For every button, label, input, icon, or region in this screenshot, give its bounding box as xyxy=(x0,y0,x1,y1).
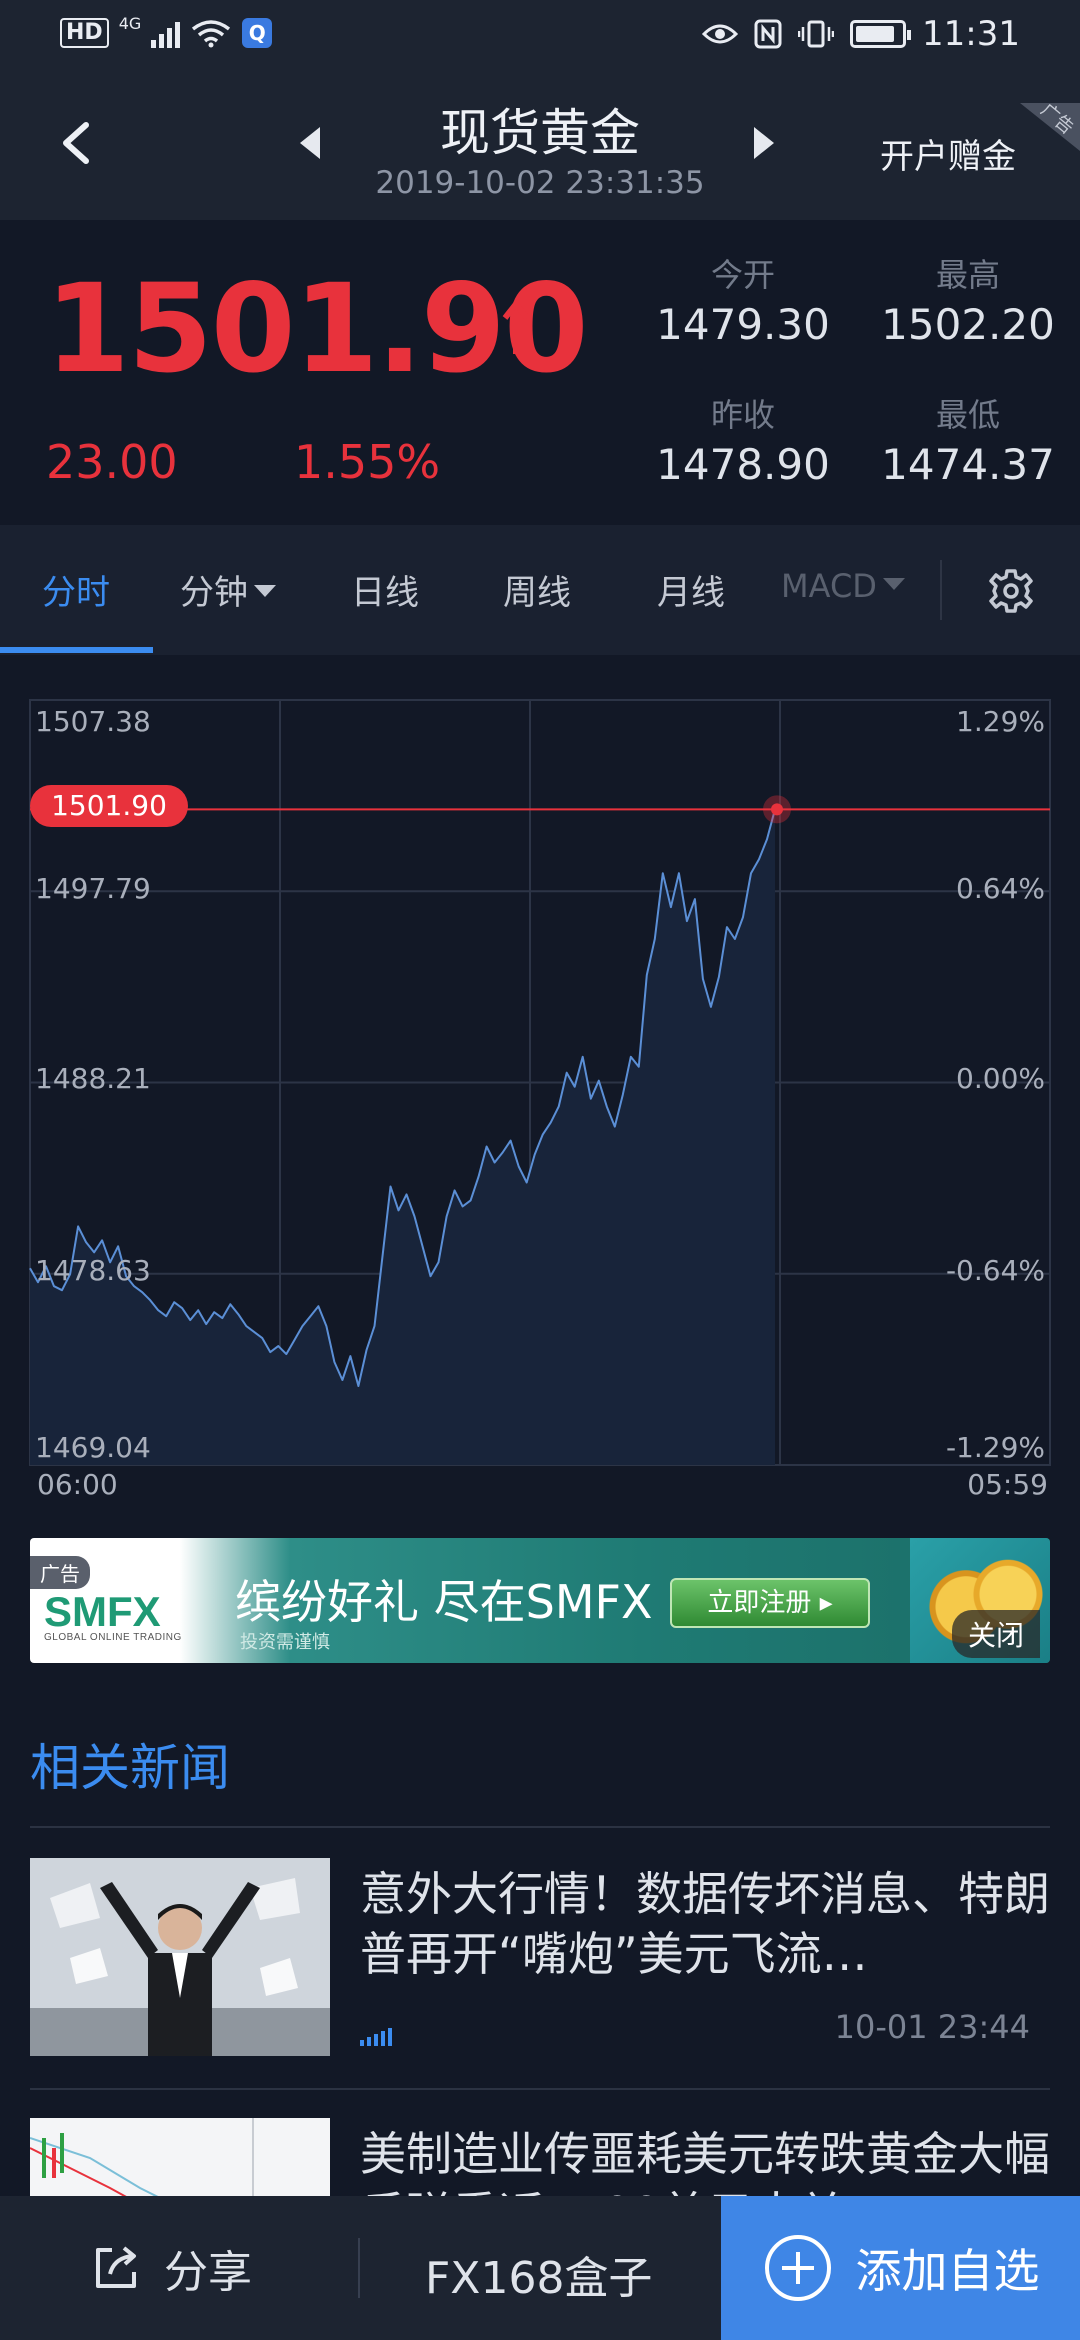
ad-register-button[interactable]: 立即注册 ▸ xyxy=(670,1578,870,1628)
caret-down-icon xyxy=(882,578,905,590)
news-headline: 美制造业传噩耗美元转跌黄金大幅反弹重返1500美元大关 xyxy=(360,2127,1050,2196)
tab-divider xyxy=(940,560,942,620)
active-tab-indicator xyxy=(0,647,153,653)
up-arrow-icon xyxy=(502,300,530,354)
tab-macd[interactable]: MACD xyxy=(781,567,905,605)
caret-down-icon xyxy=(254,584,276,597)
news-item[interactable]: 意外大行情！数据传坏消息、特朗普再开“嘴炮”美元飞流… 10-01 23:44 xyxy=(30,1858,1050,2058)
tab-label: 分时 xyxy=(42,573,110,613)
bottom-divider xyxy=(358,2238,360,2298)
tab-timeshare[interactable]: 分时 xyxy=(42,565,110,614)
y-tick-right: -0.64% xyxy=(945,1254,1045,1287)
ad-headline: 缤纷好礼 尽在SMFX xyxy=(235,1575,653,1629)
y-tick-left: 1488.21 xyxy=(35,1062,151,1095)
share-icon xyxy=(96,2246,136,2288)
network-type-label: 4G xyxy=(118,13,142,33)
signal-icon xyxy=(151,18,181,48)
ad-corner-label: 广告 xyxy=(1036,103,1078,139)
tab-label: 分钟 xyxy=(180,573,248,613)
wifi-icon xyxy=(192,20,231,48)
news-thumbnail xyxy=(30,1858,330,2056)
screen: { "status_bar": { "hd": "HD", "network":… xyxy=(0,0,1080,2340)
divider xyxy=(30,1826,1050,1828)
tab-label: MACD xyxy=(781,567,877,605)
share-button[interactable]: 分享 xyxy=(90,2236,252,2300)
news-item[interactable]: 美制造业传噩耗美元转跌黄金大幅反弹重返1500美元大关 xyxy=(30,2118,1050,2196)
news-thumbnail xyxy=(30,2118,330,2196)
tab-daily[interactable]: 日线 xyxy=(351,565,419,614)
y-tick-right: -1.29% xyxy=(945,1431,1045,1464)
settings-gear-icon[interactable] xyxy=(985,565,1037,617)
next-instrument-icon[interactable] xyxy=(754,127,774,159)
ad-logo-text: SMFX xyxy=(44,1588,161,1635)
tab-label: 月线 xyxy=(657,573,725,613)
ad-tag: 广告 xyxy=(30,1556,90,1589)
ad-close-button[interactable]: 关闭 xyxy=(951,1610,1040,1658)
open-label: 今开 xyxy=(710,256,775,294)
battery-icon xyxy=(850,20,912,48)
eye-icon xyxy=(702,24,739,44)
y-tick-right: 1.29% xyxy=(956,705,1045,738)
tab-label: 日线 xyxy=(351,573,419,613)
x-tick-end: 05:59 xyxy=(967,1468,1048,1501)
page-title: 现货黄金 xyxy=(440,104,640,162)
back-icon[interactable] xyxy=(50,113,110,173)
current-price-dot xyxy=(771,803,783,816)
ad-logo-subtitle: GLOBAL ONLINE TRADING xyxy=(44,1632,182,1643)
price-change-percent: 1.55% xyxy=(294,435,441,489)
x-tick-start: 06:00 xyxy=(37,1468,118,1501)
ad-banner[interactable]: SMFX GLOBAL ONLINE TRADING 广告 缤纷好礼 尽在SMFX… xyxy=(30,1538,1050,1663)
share-label: 分享 xyxy=(164,2247,252,2298)
add-watchlist-label: 添加自选 xyxy=(855,2244,1040,2298)
tab-label: 周线 xyxy=(503,573,571,613)
plus-circle-icon xyxy=(764,2235,831,2301)
tab-weekly[interactable]: 周线 xyxy=(503,565,571,614)
tab-monthly[interactable]: 月线 xyxy=(657,565,725,614)
chart-period-tabs: 分时 分钟 日线 周线 月线 MACD xyxy=(0,525,1080,655)
nav-header: 现货黄金 2019-10-02 23:31:35 开户赠金 广告 xyxy=(0,75,1080,220)
clock: 11:31 xyxy=(922,14,1020,54)
price-change: 23.00 xyxy=(46,435,178,489)
ad-disclaimer: 投资需谨慎 xyxy=(240,1632,330,1653)
y-tick-right: 0.00% xyxy=(956,1062,1045,1095)
high-value: 1502.20 xyxy=(881,300,1055,349)
related-news-heading: 相关新闻 xyxy=(30,1739,230,1797)
hd-icon: HD xyxy=(60,18,109,48)
low-value: 1474.37 xyxy=(881,440,1055,489)
prev-close-label: 昨收 xyxy=(710,396,775,434)
tab-minute[interactable]: 分钟 xyxy=(180,565,276,614)
news-hot-signal-icon xyxy=(360,2026,392,2046)
open-value: 1479.30 xyxy=(656,300,830,349)
news-headline: 意外大行情！数据传坏消息、特朗普再开“嘴炮”美元飞流… xyxy=(360,1867,1050,1981)
news-time: 10-01 23:44 xyxy=(834,2008,1030,2046)
vibrate-icon xyxy=(798,20,835,48)
y-tick-left: 1478.63 xyxy=(35,1254,151,1287)
add-watchlist-button[interactable]: 添加自选 xyxy=(721,2196,1080,2340)
prev-close-value: 1478.90 xyxy=(656,440,830,489)
fx168-box-button[interactable]: FX168盒子 xyxy=(425,2242,652,2306)
ad-corner-tag: 广告 xyxy=(1020,103,1080,151)
divider xyxy=(30,2088,1050,2090)
intraday-chart[interactable]: 1507.38 1497.79 1488.21 1478.63 1469.04 … xyxy=(0,655,1080,1515)
y-tick-left: 1497.79 xyxy=(35,872,151,905)
status-bar: HD 4G Q 11:31 xyxy=(0,0,1080,75)
low-label: 最低 xyxy=(935,396,1000,434)
bottom-action-bar: 分享 FX168盒子 添加自选 xyxy=(0,2196,1080,2340)
quote-timestamp: 2019-10-02 23:31:35 xyxy=(375,165,705,201)
y-tick-left: 1469.04 xyxy=(35,1431,151,1464)
high-label: 最高 xyxy=(935,256,1000,294)
current-price-tag: 1501.90 xyxy=(30,785,188,827)
nfc-icon xyxy=(754,19,782,49)
y-tick-right: 0.64% xyxy=(956,872,1045,905)
y-tick-left: 1507.38 xyxy=(35,705,151,738)
price-area-fill xyxy=(30,809,775,1465)
quote-panel: 1501.90 23.00 1.55% 今开 1479.30 最高 1502.2… xyxy=(0,220,1080,525)
prev-instrument-icon[interactable] xyxy=(300,127,320,159)
ad-logo: SMFX GLOBAL ONLINE TRADING xyxy=(44,1588,182,1643)
open-account-link[interactable]: 开户赠金 xyxy=(880,129,1016,178)
app-notification-icon: Q xyxy=(242,18,273,48)
